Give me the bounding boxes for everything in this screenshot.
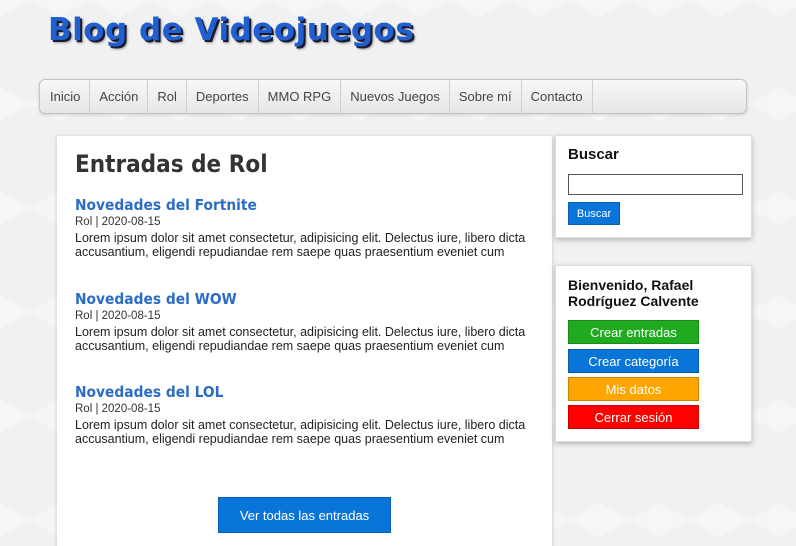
logout-button[interactable]: Cerrar sesión [568, 405, 699, 429]
page-title: Entradas de Rol [75, 150, 268, 178]
entry-meta: Rol | 2020-08-15 [75, 403, 161, 415]
entry-lol: Novedades del LOL Rol | 2020-08-15 Lorem… [75, 383, 535, 446]
entry-excerpt: Lorem ipsum dolor sit amet consectetur, … [75, 231, 526, 259]
nav-item-sobre-mi[interactable]: Sobre mí [450, 80, 522, 113]
nav-item-contacto[interactable]: Contacto [522, 80, 593, 113]
nav-item-rol[interactable]: Rol [148, 80, 187, 113]
entry-title[interactable]: Novedades del Fortnite [75, 196, 498, 214]
search-input[interactable] [568, 174, 743, 195]
my-data-button[interactable]: Mis datos [568, 377, 699, 401]
entry-excerpt: Lorem ipsum dolor sit amet consectetur, … [75, 418, 526, 446]
entry-fortnite: Novedades del Fortnite Rol | 2020-08-15 … [75, 196, 535, 259]
entry-wow: Novedades del WOW Rol | 2020-08-15 Lorem… [75, 290, 535, 353]
entry-title[interactable]: Novedades del LOL [75, 383, 498, 401]
search-widget: Buscar Buscar [555, 135, 752, 238]
main-nav: Inicio Acción Rol Deportes MMO RPG Nuevo… [39, 79, 747, 114]
create-entries-button[interactable]: Crear entradas [568, 320, 699, 344]
welcome-message: Bienvenido, Rafael Rodríguez Calvente [568, 277, 699, 309]
nav-item-inicio[interactable]: Inicio [40, 80, 91, 113]
entry-title[interactable]: Novedades del WOW [75, 290, 498, 308]
entry-excerpt: Lorem ipsum dolor sit amet consectetur, … [75, 325, 526, 353]
nav-item-deportes[interactable]: Deportes [187, 80, 259, 113]
search-button[interactable]: Buscar [568, 202, 620, 225]
create-category-button[interactable]: Crear categoría [568, 349, 699, 373]
entry-meta: Rol | 2020-08-15 [75, 216, 161, 228]
user-widget: Bienvenido, Rafael Rodríguez Calvente Cr… [555, 265, 752, 442]
view-all-entries-button[interactable]: Ver todas las entradas [218, 497, 391, 533]
nav-item-accion[interactable]: Acción [90, 80, 149, 113]
entry-meta: Rol | 2020-08-15 [75, 310, 161, 322]
nav-item-mmo-rpg[interactable]: MMO RPG [259, 80, 342, 113]
nav-item-nuevos-juegos[interactable]: Nuevos Juegos [341, 80, 450, 113]
main-content: Entradas de Rol Novedades del Fortnite R… [57, 136, 552, 546]
site-title[interactable]: Blog de Videojuegos [48, 12, 414, 48]
search-title: Buscar [568, 146, 619, 163]
